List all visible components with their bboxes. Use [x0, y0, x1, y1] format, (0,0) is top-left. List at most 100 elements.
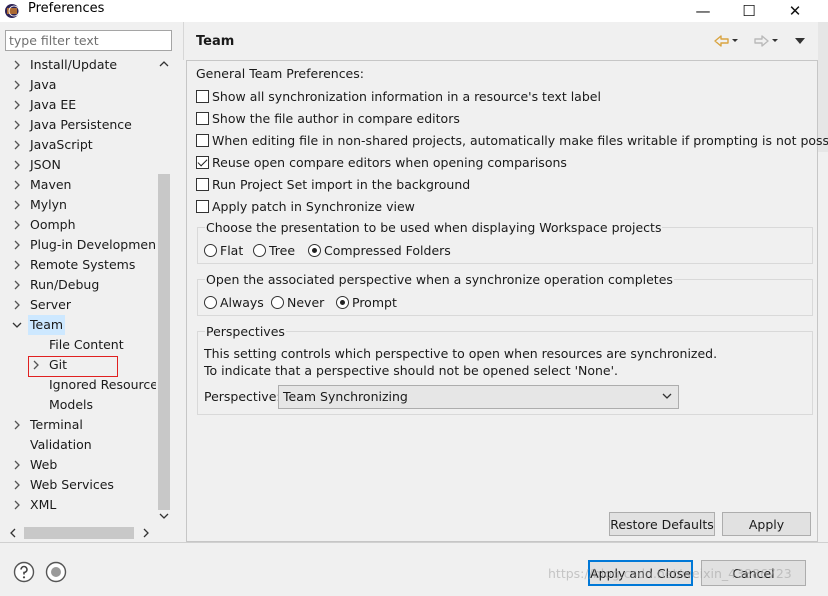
- checkbox-make-writable[interactable]: When editing file in non-shared projects…: [196, 131, 828, 149]
- maximize-button[interactable]: ☐: [726, 0, 772, 22]
- tree-expand-icon[interactable]: [11, 475, 23, 495]
- tree-item-team[interactable]: Team: [5, 315, 156, 335]
- tree-item-validation[interactable]: Validation: [5, 435, 156, 455]
- import-export-icon[interactable]: [45, 561, 67, 583]
- perspective-field-label: Perspective:: [204, 389, 281, 404]
- help-icon[interactable]: [13, 561, 35, 583]
- minimize-button[interactable]: —: [680, 0, 726, 22]
- view-menu-icon[interactable]: [794, 36, 806, 46]
- tree-expand-icon[interactable]: [11, 135, 23, 155]
- checkbox-box[interactable]: [196, 155, 209, 169]
- page-title: Team: [196, 34, 235, 49]
- tree-item-java-ee[interactable]: Java EE: [5, 95, 156, 115]
- checkbox-label: Run Project Set import in the background: [212, 176, 471, 192]
- tree-item-java-persistence[interactable]: Java Persistence: [5, 115, 156, 135]
- tree-expand-icon[interactable]: [11, 215, 23, 235]
- close-button[interactable]: ✕: [772, 0, 818, 22]
- checkbox-show-sync-info[interactable]: Show all synchronization information in …: [196, 87, 601, 105]
- perspective-combo[interactable]: Team Synchronizing: [278, 385, 679, 409]
- tree-item-label: Web Services: [30, 477, 114, 492]
- radio-button[interactable]: [271, 295, 284, 309]
- tree-expand-icon[interactable]: [11, 155, 23, 175]
- radio-button[interactable]: [253, 243, 266, 257]
- tree-item-label: Java: [30, 77, 57, 92]
- tree-expand-icon[interactable]: [11, 55, 23, 75]
- tree-item-java[interactable]: Java: [5, 75, 156, 95]
- checkbox-box[interactable]: [196, 199, 209, 213]
- tree-expand-icon[interactable]: [11, 115, 23, 135]
- tree-horizontal-scroll-thumb[interactable]: [24, 527, 134, 539]
- radio-tree[interactable]: Tree: [253, 241, 295, 259]
- tree-item-server[interactable]: Server: [5, 295, 156, 315]
- tree-item-web-services[interactable]: Web Services: [5, 475, 156, 495]
- tree-expand-icon[interactable]: [11, 275, 23, 295]
- tree-expand-icon[interactable]: [11, 95, 23, 115]
- tree-item-maven[interactable]: Maven: [5, 175, 156, 195]
- tree-item-ignored-resource[interactable]: Ignored Resource: [5, 375, 156, 395]
- tree-item-terminal[interactable]: Terminal: [5, 415, 156, 435]
- tree-expand-icon[interactable]: [11, 195, 23, 215]
- perspective-combo-value: Team Synchronizing: [283, 389, 408, 404]
- cancel-button[interactable]: Cancel: [701, 560, 806, 586]
- tree-expand-icon[interactable]: [11, 255, 23, 275]
- scroll-left-icon[interactable]: [6, 525, 20, 541]
- radio-always[interactable]: Always: [204, 293, 264, 311]
- filter-input[interactable]: [5, 30, 172, 51]
- presentation-group-label: Choose the presentation to be used when …: [205, 220, 663, 235]
- tree-expand-icon[interactable]: [11, 235, 23, 255]
- checkbox-box[interactable]: [196, 89, 209, 103]
- tree-expand-icon[interactable]: [11, 295, 23, 315]
- apply-button[interactable]: Apply: [722, 512, 811, 536]
- eclipse-app-icon: [5, 4, 20, 18]
- checkbox-show-file-author[interactable]: Show the file author in compare editors: [196, 109, 460, 127]
- tree-item-plug-in-development[interactable]: Plug-in Development: [5, 235, 156, 255]
- back-arrow-icon[interactable]: [712, 33, 742, 49]
- checkbox-reuse-compare-editors[interactable]: Reuse open compare editors when opening …: [196, 153, 567, 171]
- tree-item-json[interactable]: JSON: [5, 155, 156, 175]
- restore-defaults-button[interactable]: Restore Defaults: [609, 512, 715, 536]
- tree-item-models[interactable]: Models: [5, 395, 156, 415]
- checkbox-apply-patch-sync[interactable]: Apply patch in Synchronize view: [196, 197, 415, 215]
- radio-button[interactable]: [336, 295, 349, 309]
- radio-prompt[interactable]: Prompt: [336, 293, 397, 311]
- radio-flat[interactable]: Flat: [204, 241, 243, 259]
- tree-item-label: JavaScript: [30, 137, 93, 152]
- tree-collapse-icon[interactable]: [11, 315, 23, 335]
- radio-compressed-folders[interactable]: Compressed Folders: [308, 241, 451, 259]
- tree-expand-icon[interactable]: [11, 175, 23, 195]
- tree-item-label: Maven: [30, 177, 72, 192]
- tree-item-run-debug[interactable]: Run/Debug: [5, 275, 156, 295]
- forward-arrow-icon[interactable]: [752, 33, 782, 49]
- tree-expand-icon[interactable]: [11, 75, 23, 95]
- checkbox-box[interactable]: [196, 177, 209, 191]
- scroll-down-icon[interactable]: [156, 509, 172, 523]
- scroll-right-icon[interactable]: [139, 525, 153, 541]
- tree-item-mylyn[interactable]: Mylyn: [5, 195, 156, 215]
- checkbox-run-import-background[interactable]: Run Project Set import in the background: [196, 175, 470, 193]
- apply-and-close-button[interactable]: Apply and Close: [588, 560, 693, 586]
- checkbox-box[interactable]: [196, 133, 209, 147]
- window-title: Preferences: [28, 1, 105, 16]
- checkbox-label: Show all synchronization information in …: [212, 88, 601, 104]
- tree-item-javascript[interactable]: JavaScript: [5, 135, 156, 155]
- tree-item-file-content[interactable]: File Content: [5, 335, 156, 355]
- radio-button[interactable]: [308, 243, 321, 257]
- radio-never[interactable]: Never: [271, 293, 324, 311]
- tree-vertical-scroll-thumb[interactable]: [158, 174, 170, 510]
- tree-expand-icon[interactable]: [11, 455, 23, 475]
- tree-item-oomph[interactable]: Oomph: [5, 215, 156, 235]
- tree-expand-icon[interactable]: [11, 495, 23, 515]
- tree-item-xml[interactable]: XML: [5, 495, 156, 515]
- checkbox-label: Reuse open compare editors when opening …: [212, 154, 567, 170]
- tree-item-remote-systems[interactable]: Remote Systems: [5, 255, 156, 275]
- radio-button[interactable]: [204, 295, 217, 309]
- tree-item-label: Run/Debug: [30, 277, 100, 292]
- scroll-up-icon[interactable]: [156, 57, 172, 71]
- radio-label: Compressed Folders: [324, 242, 451, 258]
- tree-item-install-update[interactable]: Install/Update: [5, 55, 156, 75]
- checkbox-box[interactable]: [196, 111, 209, 125]
- tree-item-web[interactable]: Web: [5, 455, 156, 475]
- radio-button[interactable]: [204, 243, 217, 257]
- tree-expand-icon[interactable]: [11, 415, 23, 435]
